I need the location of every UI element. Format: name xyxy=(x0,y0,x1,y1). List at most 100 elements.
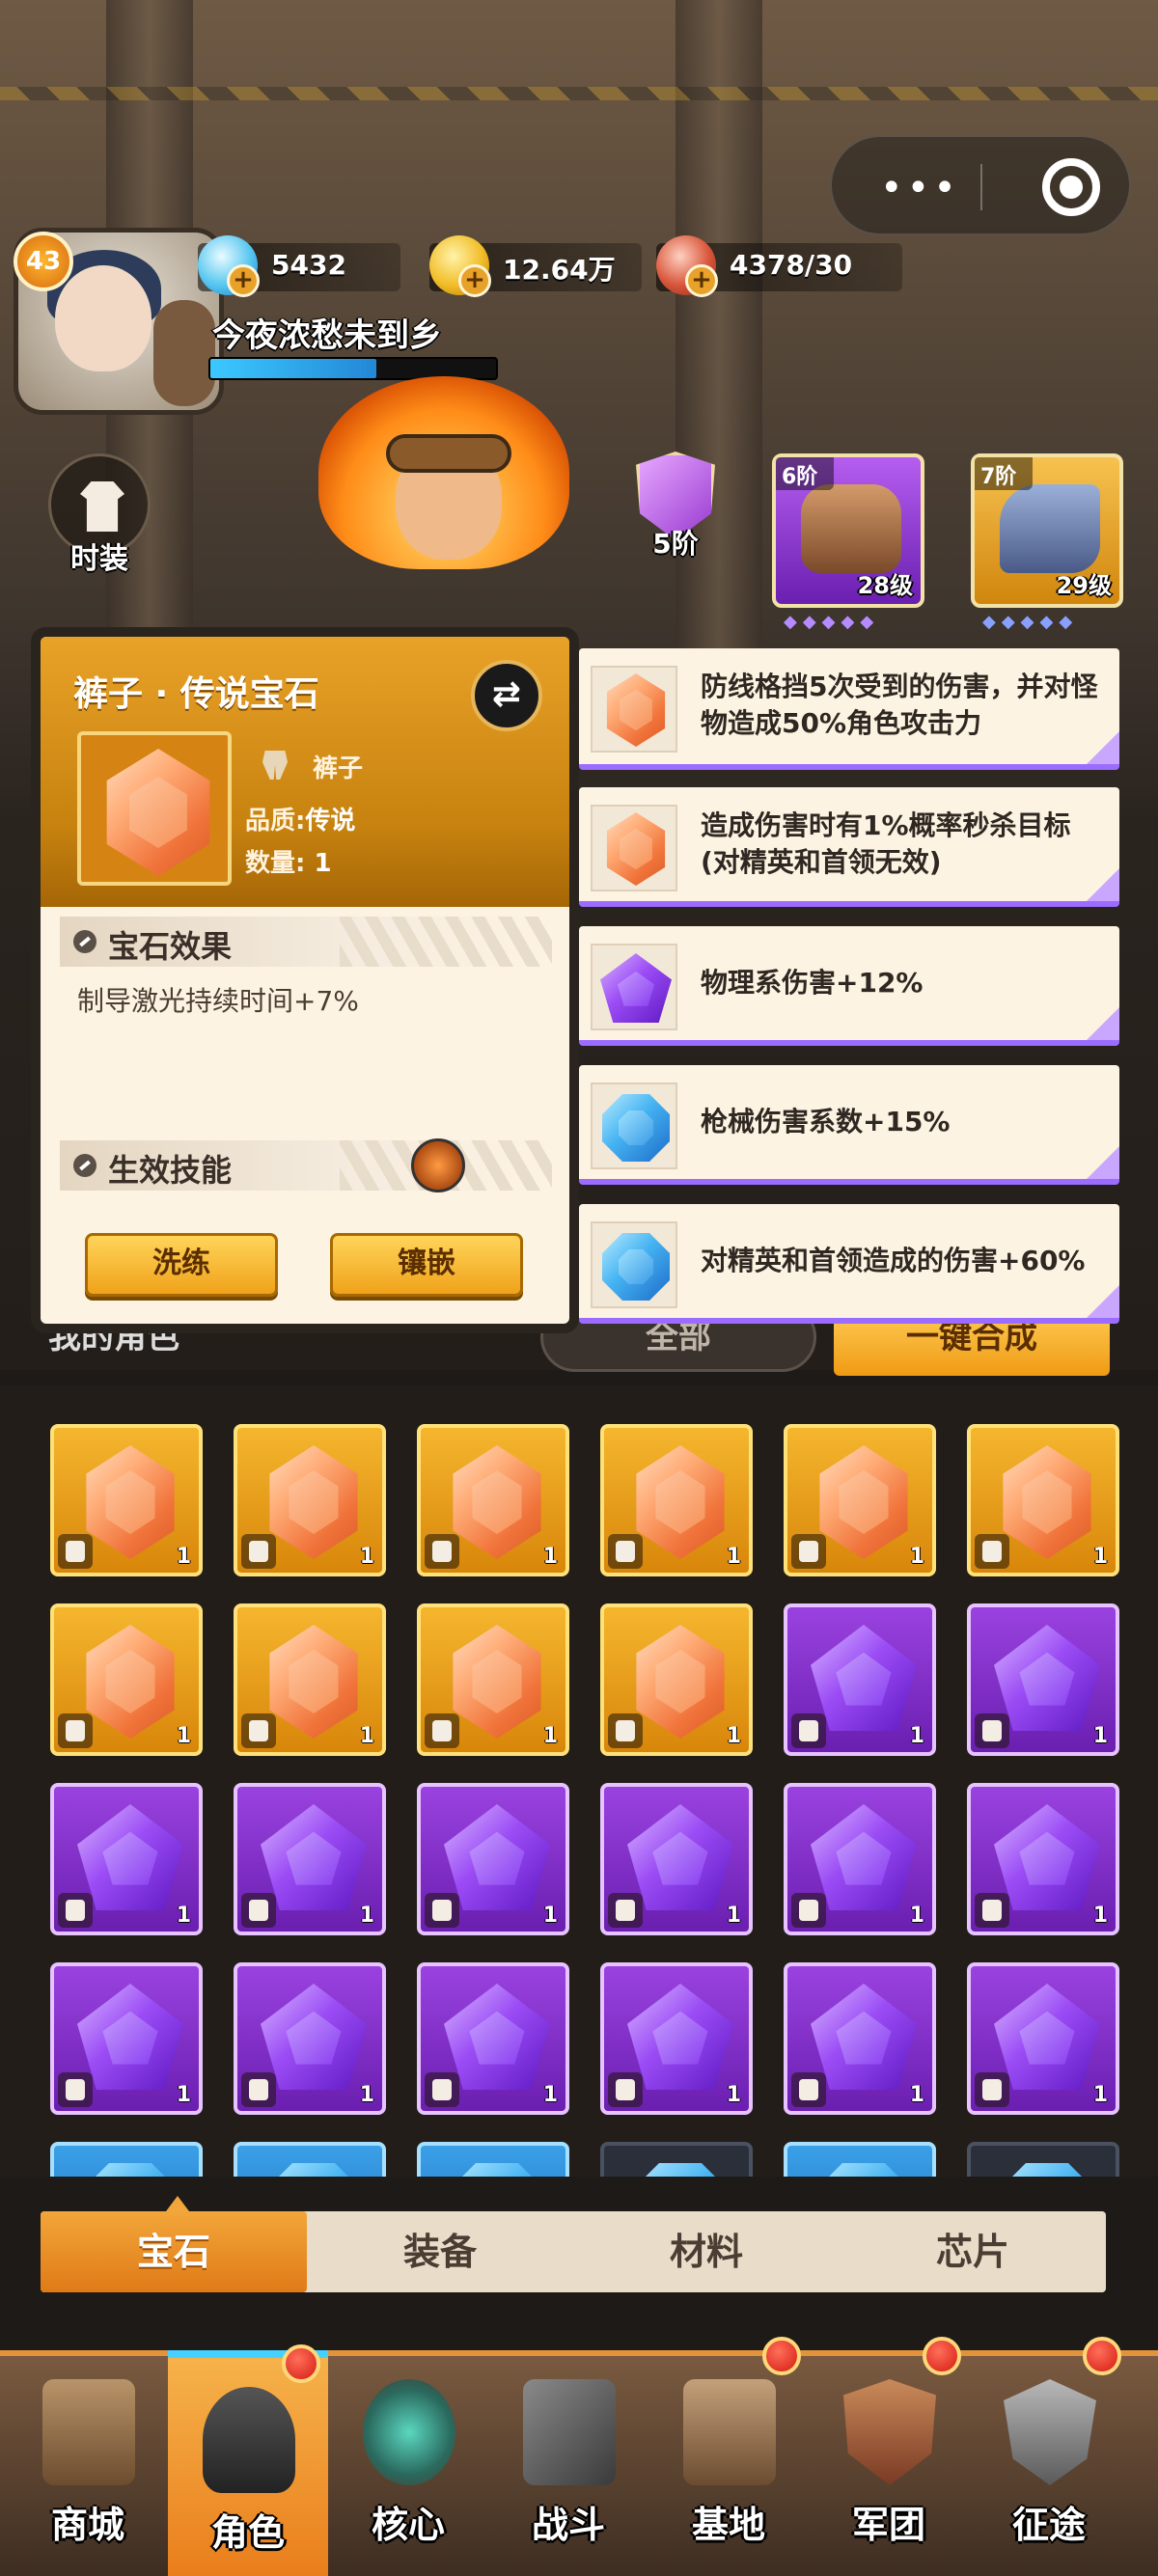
blue-gem-icon xyxy=(602,1233,670,1301)
add-icon[interactable]: + xyxy=(458,264,491,297)
tab-equipment[interactable]: 装备 xyxy=(307,2211,573,2292)
refine-button[interactable]: 洗练 xyxy=(85,1233,278,1297)
gem-cell[interactable]: 1 xyxy=(234,1783,386,1935)
gem-count: 1 xyxy=(542,1904,558,1928)
more-icon[interactable]: ••• xyxy=(880,166,960,210)
attribute-gem-frame xyxy=(591,805,677,891)
purple-gem-icon xyxy=(261,1804,367,1910)
journey-icon xyxy=(1004,2379,1096,2485)
gem-cell[interactable]: 1 xyxy=(234,1424,386,1576)
resource-stamina[interactable]: + 4378/30 xyxy=(656,235,902,297)
shop-icon xyxy=(42,2379,135,2485)
hero-goggles xyxy=(386,434,511,473)
inlay-button[interactable]: 镶嵌 xyxy=(330,1233,523,1297)
slot-type-icon xyxy=(975,1893,1009,1928)
gem-cell[interactable]: 1 xyxy=(967,2142,1119,2177)
gem-cell[interactable]: 1 xyxy=(50,1603,203,1756)
gem-cell[interactable]: 1 xyxy=(784,2142,936,2177)
equip-slot-shoes[interactable]: 7阶 29级 xyxy=(971,453,1123,608)
gem-cell[interactable]: 1 xyxy=(967,1783,1119,1935)
tab-material[interactable]: 材料 xyxy=(573,2211,840,2292)
gem-detail-panel: 裤子 · 传说宝石 ⇄ 裤子 品质:传说 数量: 1 宝石效果 制导激光持续时间… xyxy=(41,637,569,1324)
gem-cell[interactable]: 1 xyxy=(600,1962,753,2115)
slot-type-icon xyxy=(791,2072,826,2107)
gem-cell[interactable]: 1 xyxy=(50,2142,203,2177)
gem-cell[interactable]: 1 xyxy=(417,1962,569,2115)
gem-cell[interactable]: 1 xyxy=(234,1962,386,2115)
inventory-tabs: 宝石 装备 材料 芯片 xyxy=(41,2211,1106,2292)
gem-cell[interactable]: 1 xyxy=(417,1783,569,1935)
equip-star-row: ◆◆◆◆◆ xyxy=(982,612,1079,632)
laser-skill-icon[interactable] xyxy=(411,1138,465,1192)
purple-gem-icon xyxy=(261,1984,367,2090)
character-icon xyxy=(203,2387,295,2493)
gem-count: 1 xyxy=(176,1724,191,1748)
tab-gem[interactable]: 宝石 xyxy=(41,2211,307,2292)
orange-gem-icon xyxy=(606,673,666,747)
add-icon[interactable]: + xyxy=(685,264,718,297)
slot-type-icon xyxy=(791,1713,826,1748)
gem-count: 1 xyxy=(1092,1545,1108,1569)
gem-cell[interactable]: 1 xyxy=(50,1783,203,1935)
gem-cell[interactable]: 1 xyxy=(600,1603,753,1756)
gem-count: 1 xyxy=(542,1545,558,1569)
nav-shop[interactable]: 商城 xyxy=(8,2350,168,2576)
nav-label: 军团 xyxy=(851,2504,925,2546)
slot-type-icon xyxy=(241,1534,276,1569)
gem-cell[interactable]: 1 xyxy=(967,1962,1119,2115)
rank-badge[interactable]: 5阶 xyxy=(627,452,724,567)
nav-character[interactable]: 角色 xyxy=(168,2344,328,2576)
gem-count: 1 xyxy=(176,1904,191,1928)
gem-cell[interactable]: 1 xyxy=(967,1424,1119,1576)
gem-cell[interactable]: 1 xyxy=(784,1783,936,1935)
nav-legion[interactable]: 军团 xyxy=(809,2337,969,2576)
gem-cell[interactable]: 1 xyxy=(417,1424,569,1576)
slot-type-icon xyxy=(58,2072,93,2107)
tab-caret-icon xyxy=(166,2196,189,2211)
gem-cell[interactable]: 1 xyxy=(784,1603,936,1756)
costume-button[interactable]: 时装 xyxy=(48,453,151,579)
tab-chip[interactable]: 芯片 xyxy=(840,2211,1106,2292)
avatar-companion xyxy=(153,300,215,406)
gem-title: 裤子 · 传说宝石 xyxy=(73,674,319,714)
add-icon[interactable]: + xyxy=(227,264,260,297)
nav-core[interactable]: 核心 xyxy=(328,2350,488,2576)
purple-gem-icon xyxy=(811,1625,917,1731)
blue-gem-icon xyxy=(444,2163,550,2177)
gem-cell[interactable]: 1 xyxy=(784,1424,936,1576)
gem-cell[interactable]: 1 xyxy=(600,1424,753,1576)
gem-cell[interactable]: 1 xyxy=(417,1603,569,1756)
gem-cell[interactable]: 1 xyxy=(234,1603,386,1756)
orange-gem-icon xyxy=(819,1445,908,1559)
gem-cell[interactable]: 1 xyxy=(234,2142,386,2177)
gem-cell[interactable]: 1 xyxy=(50,1962,203,2115)
slot-type-icon xyxy=(791,1534,826,1569)
nav-label: 角色 xyxy=(210,2511,285,2554)
gem-cell[interactable]: 1 xyxy=(967,1603,1119,1756)
slot-type-icon xyxy=(241,1893,276,1928)
swap-icon[interactable]: ⇄ xyxy=(471,660,542,731)
slot-type-icon xyxy=(425,1713,459,1748)
gem-cell[interactable]: 1 xyxy=(600,1783,753,1935)
nav-battle[interactable]: 战斗 xyxy=(488,2350,648,2576)
blue-gem-icon xyxy=(77,2163,183,2177)
gem-preview xyxy=(77,731,232,886)
gem-cell[interactable]: 1 xyxy=(417,2142,569,2177)
player-level-badge: 43 xyxy=(14,232,73,291)
resource-diamond[interactable]: + 5432 xyxy=(198,235,400,297)
gem-cell[interactable]: 1 xyxy=(600,2142,753,2177)
nav-base[interactable]: 基地 xyxy=(648,2337,809,2576)
close-target-icon[interactable] xyxy=(1042,158,1100,216)
equip-slot-helmet[interactable]: 6阶 28级 xyxy=(772,453,924,608)
attribute-row: 枪械伤害系数+15% xyxy=(579,1065,1119,1185)
gem-effect-section: 宝石效果 xyxy=(60,917,552,967)
gem-cell[interactable]: 1 xyxy=(784,1962,936,2115)
scene-hazard-stripe xyxy=(0,87,1158,100)
resource-gold[interactable]: + 12.64万 xyxy=(429,235,642,297)
gem-count: 1 xyxy=(726,1904,741,1928)
gem-cell[interactable]: 1 xyxy=(50,1424,203,1576)
nav-journey[interactable]: 征途 xyxy=(969,2337,1129,2576)
gem-count: 1 xyxy=(1092,1904,1108,1928)
nav-label: 征途 xyxy=(1011,2504,1086,2546)
slot-type-icon xyxy=(791,1893,826,1928)
